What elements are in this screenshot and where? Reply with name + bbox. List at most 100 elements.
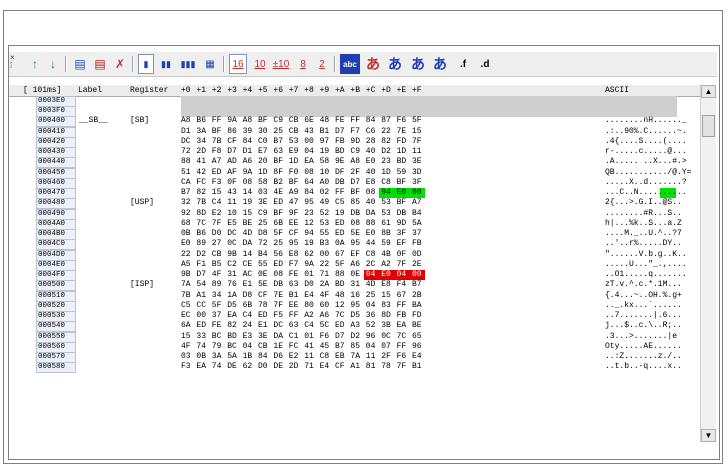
byte-cell[interactable]: E0 [366, 157, 381, 167]
table-row[interactable]: 000440 88 41 A7 AD A6 20 BF 1D EA 58 9E A8 E0 23 BD 3E .A… [9, 157, 700, 169]
byte-cell[interactable]: 4F [320, 291, 335, 301]
byte-cell[interactable]: EF [350, 250, 365, 260]
byte-cell[interactable]: 86 [227, 127, 242, 137]
byte-cell[interactable]: 94 [304, 229, 319, 239]
byte-cell[interactable]: F6 [397, 116, 412, 126]
byte-cell[interactable]: E1 [243, 280, 258, 290]
byte-cell[interactable]: A2 [304, 311, 319, 321]
byte-cell[interactable]: 12 [335, 301, 350, 311]
byte-cell[interactable]: E4 [304, 291, 319, 301]
ascii-cell[interactable]: zT.v.^.c.*.1M... [605, 280, 682, 290]
byte-cell[interactable]: CB [212, 250, 227, 260]
byte-cell[interactable]: A0 [320, 178, 335, 188]
ascii-cell[interactable]: .A..... ..X...#.> [605, 157, 687, 167]
byte-cell[interactable]: 20 [258, 157, 273, 167]
byte-cell[interactable]: 7B [212, 137, 227, 147]
ascii-cell[interactable]: .._.kx...`...... [605, 301, 682, 311]
byte-cell[interactable]: EA [304, 157, 319, 167]
byte-cell[interactable]: 5C [320, 321, 335, 331]
byte-cell[interactable]: 7E [273, 291, 288, 301]
byte-cell[interactable]: F3 [181, 362, 196, 372]
byte-cell[interactable]: 43 [304, 127, 319, 137]
byte-cell[interactable]: 32 [181, 198, 196, 208]
byte-cell[interactable]: DE [273, 362, 288, 372]
byte-cell[interactable]: D0 [212, 229, 227, 239]
window-button[interactable]: ▤ [72, 54, 88, 74]
byte-cell[interactable]: 2F [350, 168, 365, 178]
byte-cell[interactable]: FB [397, 311, 412, 321]
byte-cell[interactable]: 55 [258, 260, 273, 270]
byte-cell[interactable]: 7F [397, 260, 412, 270]
byte-cell[interactable]: 24 [243, 321, 258, 331]
byte-cell[interactable]: FD [397, 137, 412, 147]
byte-cell[interactable]: 40 [366, 168, 381, 178]
ascii-cell[interactable]: Oty.....AE...... [605, 342, 682, 352]
byte-cell[interactable]: F3 [212, 178, 227, 188]
byte-cell[interactable]: 74 [212, 362, 227, 372]
byte-cell[interactable]: 2B [412, 291, 427, 301]
byte-cell[interactable]: E0 [397, 188, 412, 198]
table-row[interactable]: 000410 D1 3A BF 86 39 30 25 CB 43 B1 D7 F7 C6 22 7E 15.:… [9, 126, 700, 138]
byte-cell[interactable]: 19 [335, 209, 350, 219]
scroll-up-button[interactable]: ▲ [701, 85, 716, 98]
byte-cell[interactable]: A1 [196, 291, 211, 301]
byte-cell[interactable]: 1B [243, 352, 258, 362]
byte-cell[interactable]: 15 [412, 127, 427, 137]
byte-cell[interactable]: 5A [227, 352, 242, 362]
table-row[interactable]: 0003E0 [9, 96, 700, 107]
byte-cell[interactable]: AF [227, 168, 242, 178]
byte-cell[interactable]: B6 [196, 116, 211, 126]
byte-cell[interactable]: 2F [381, 352, 396, 362]
window-red-button[interactable]: ▤ [92, 54, 108, 74]
byte-cell[interactable]: 53 [381, 209, 396, 219]
ascii-cell[interactable]: ..:Z.......z./.. [605, 352, 682, 362]
ascii-cell[interactable]: QB.........../@.Y= [605, 168, 691, 178]
jis-button[interactable]: あ [409, 54, 427, 74]
byte-cell[interactable]: 8B [381, 229, 396, 239]
byte-cell[interactable]: 51 [181, 168, 196, 178]
byte-cell[interactable]: DC [181, 137, 196, 147]
label-header[interactable]: Label [78, 85, 102, 96]
byte-cell[interactable]: 23 [381, 157, 396, 167]
byte-cell[interactable]: ED [335, 321, 350, 331]
byte-cell[interactable]: 92 [181, 209, 196, 219]
byte-cell[interactable]: 95 [289, 239, 304, 249]
byte-cell[interactable]: 34 [196, 137, 211, 147]
table-row[interactable]: 000540 6A ED FE 82 24 E1 DC 63 C4 5C ED A3 52 3B EA BE j.… [9, 321, 700, 333]
byte-cell[interactable]: E0 [181, 239, 196, 249]
ascii-abc-button[interactable]: abc [340, 54, 360, 74]
byte-cell[interactable]: 0A [335, 239, 350, 249]
down-arrow-button[interactable]: ↓ [45, 54, 61, 74]
byte-cell[interactable]: 88 [366, 219, 381, 229]
byte-cell[interactable]: 6A [181, 321, 196, 331]
byte-cell[interactable]: 1D [397, 147, 412, 157]
byte-cell[interactable]: 0F [227, 178, 242, 188]
byte-cell[interactable]: 7A [350, 352, 365, 362]
byte-cell[interactable]: 10 [227, 209, 242, 219]
byte-cell[interactable]: 42 [196, 168, 211, 178]
byte-cell[interactable]: B1 [320, 127, 335, 137]
byte-cell[interactable]: 41 [196, 157, 211, 167]
byte-cell[interactable]: 2E [412, 260, 427, 270]
table-row[interactable]: 0004C0 E0 89 27 0C DA 72 25 95 19 B3 0A 95 44 59 EF FB..… [9, 239, 700, 251]
byte-cell[interactable]: 82 [227, 321, 242, 331]
width-1-button[interactable]: ▮ [138, 54, 154, 74]
width-4-button[interactable]: ▦ [201, 54, 219, 74]
byte-cell[interactable]: B7 [335, 342, 350, 352]
byte-cell[interactable]: 84 [366, 116, 381, 126]
byte-cell[interactable]: CF [335, 362, 350, 372]
byte-cell[interactable]: C5 [181, 301, 196, 311]
byte-cell[interactable]: 60 [320, 301, 335, 311]
ascii-cell[interactable]: ..'..r%.....DY.. [605, 239, 682, 249]
byte-cell[interactable]: 76 [227, 280, 242, 290]
byte-cell[interactable]: FF [397, 301, 412, 311]
byte-cell[interactable]: E9 [289, 147, 304, 157]
byte-cell[interactable]: 61 [381, 219, 396, 229]
toolbar-grip[interactable]: × ⁞ [10, 54, 20, 74]
byte-cell[interactable]: 53 [381, 198, 396, 208]
table-row[interactable]: 0004F0 9B D7 4F 31 AC 0E 08 FE 01 71 88 0E 94 E0 04 00..… [9, 270, 700, 282]
byte-cell[interactable]: 9A [227, 116, 242, 126]
byte-cell[interactable]: D0 [258, 362, 273, 372]
byte-cell[interactable]: 00 [412, 270, 427, 280]
table-row[interactable]: 000400 __SB__ [SB] A8 B6 FF 9A A8 BF C9 CB 6E 48 FE FF… [9, 116, 700, 128]
